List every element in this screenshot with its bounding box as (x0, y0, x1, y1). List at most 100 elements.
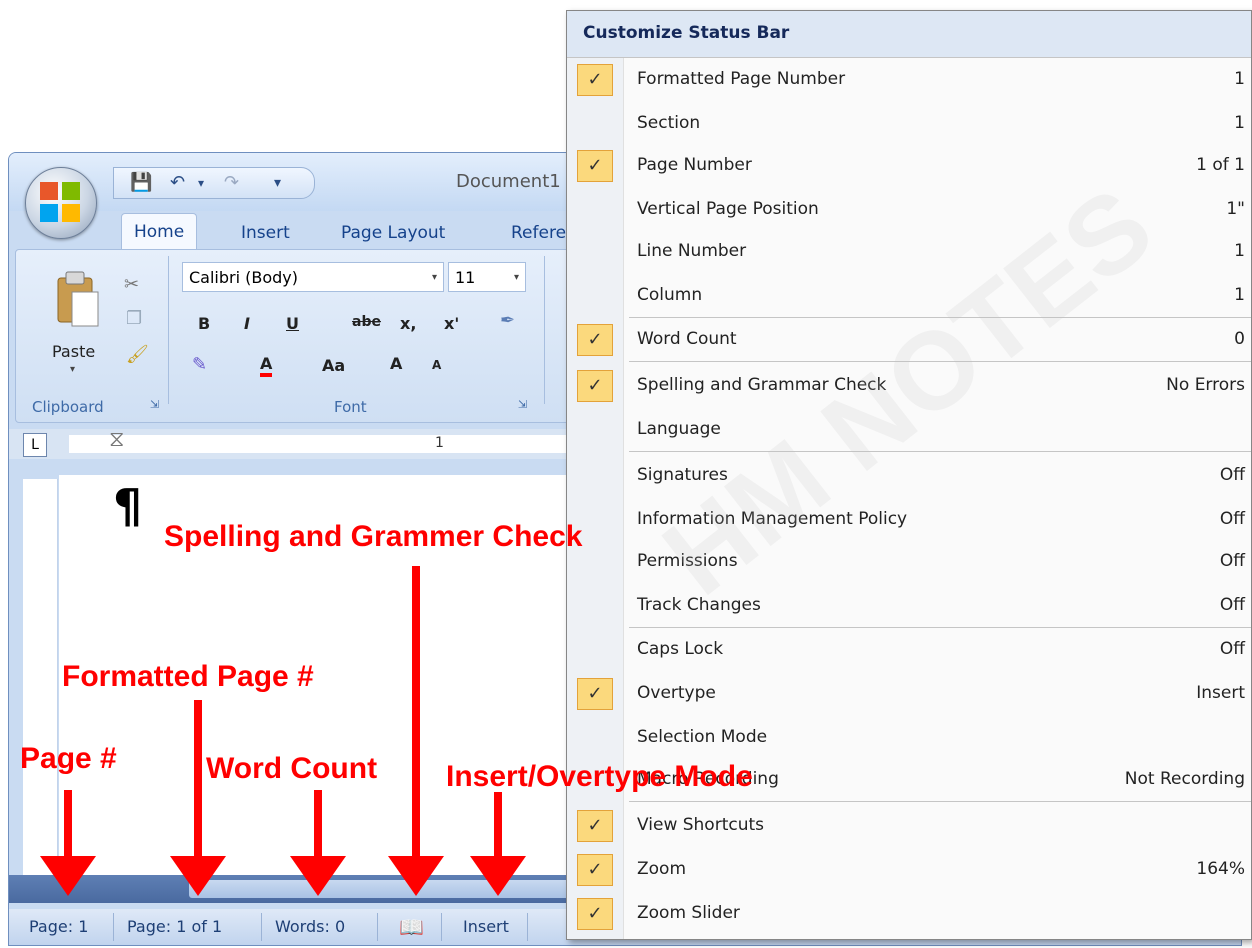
paste-icon[interactable] (54, 270, 102, 332)
strikethrough-button[interactable]: abe (352, 314, 381, 330)
font-name-box[interactable]: Calibri (Body) ▾ (182, 262, 444, 292)
customize-status-bar-menu: Customize Status Bar ✓ Formatted Page Num… (566, 10, 1252, 940)
menu-item-overtype[interactable]: ✓ Overtype Insert (567, 673, 1251, 715)
tab-insert[interactable]: Insert (241, 223, 290, 243)
menu-item-section[interactable]: Section 1 (567, 103, 1251, 145)
status-formatted-page[interactable]: Page: 1 of 1 (117, 915, 222, 939)
paste-button[interactable]: Paste (52, 342, 95, 361)
menu-item-value: Insert (1196, 683, 1245, 703)
cut-icon[interactable]: ✂ (124, 274, 139, 295)
menu-item-zoom-slider[interactable]: ✓ Zoom Slider (567, 893, 1251, 935)
menu-item-selection-mode[interactable]: Selection Mode (567, 717, 1251, 759)
font-name-dropdown-icon[interactable]: ▾ (432, 263, 437, 293)
menu-item-value: 1 (1234, 69, 1245, 89)
italic-button[interactable]: I (244, 314, 250, 333)
menu-item-value: 0 (1234, 329, 1245, 349)
indent-marker-icon[interactable]: ⧖ (109, 427, 124, 452)
document-title: Document1 (456, 171, 561, 192)
change-case-button[interactable]: Aa (322, 356, 345, 375)
highlight-icon[interactable]: ✎ (192, 354, 207, 375)
status-word-count[interactable]: Words: 0 (265, 915, 345, 939)
menu-item-value: Off (1219, 595, 1245, 615)
checkmark-icon: ✓ (577, 64, 613, 96)
office-button[interactable] (25, 167, 97, 239)
office-logo-icon (40, 182, 82, 224)
font-size-dropdown-icon[interactable]: ▾ (514, 263, 519, 293)
arrow-spelling (388, 566, 444, 896)
clipboard-launcher-icon[interactable]: ⇲ (150, 398, 159, 411)
tab-selector[interactable]: L (23, 433, 47, 457)
copy-icon[interactable]: ❐ (126, 308, 142, 329)
redo-icon[interactable]: ↷ (224, 172, 239, 194)
annotation-spelling: Spelling and Grammer Check (164, 520, 583, 553)
menu-separator (629, 627, 1251, 628)
customize-qat-icon[interactable]: ▾ (274, 172, 281, 194)
font-size-box[interactable]: 11 ▾ (448, 262, 526, 292)
undo-icon[interactable]: ↶ (170, 172, 185, 194)
checkmark-icon: ✓ (577, 370, 613, 402)
menu-item-zoom[interactable]: ✓ Zoom 164% (567, 849, 1251, 891)
ruler-marker-1: 1 (435, 435, 444, 451)
tab-home[interactable]: Home (121, 213, 198, 250)
menu-item-label: Selection Mode (637, 727, 768, 747)
menu-item-label: Page Number (637, 155, 752, 175)
spelling-check-icon[interactable]: 📖 (389, 915, 424, 939)
arrow-page (40, 790, 96, 896)
menu-header: Customize Status Bar (567, 11, 1251, 58)
annotation-insert-mode: Insert/Overtype Mode (446, 760, 753, 793)
superscript-button[interactable]: x' (444, 314, 459, 333)
menu-item-value: No Errors (1166, 375, 1245, 395)
tab-references[interactable]: Refere (511, 223, 566, 243)
menu-item-page-number[interactable]: ✓ Page Number 1 of 1 (567, 145, 1251, 187)
arrow-word-count (290, 790, 346, 896)
menu-item-label: Zoom Slider (637, 903, 740, 923)
menu-item-label: Word Count (637, 329, 737, 349)
subscript-button[interactable]: x, (400, 314, 416, 333)
checkmark-icon: ✓ (577, 324, 613, 356)
menu-item-value: 1 (1234, 241, 1245, 261)
menu-separator (629, 451, 1251, 452)
arrow-formatted-page (170, 700, 226, 896)
shrink-font-button[interactable]: A (432, 358, 441, 372)
font-group-label: Font (334, 398, 367, 416)
paste-dropdown-icon[interactable]: ▾ (70, 364, 75, 375)
menu-item-label: Language (637, 419, 721, 439)
menu-title: Customize Status Bar (583, 23, 790, 43)
annotation-page: Page # (20, 742, 117, 775)
menu-item-label: Overtype (637, 683, 716, 703)
font-color-button[interactable]: A (260, 354, 273, 377)
checkmark-icon: ✓ (577, 898, 613, 930)
checkmark-icon: ✓ (577, 854, 613, 886)
vertical-ruler (23, 479, 58, 879)
menu-item-value: 1 (1234, 285, 1245, 305)
undo-dropdown-icon[interactable]: ▾ (198, 172, 204, 194)
menu-item-label: Zoom (637, 859, 687, 879)
menu-item-label: Line Number (637, 241, 747, 261)
menu-item-value: Off (1219, 551, 1245, 571)
menu-item-vertical-page-position[interactable]: Vertical Page Position 1" (567, 189, 1251, 231)
underline-button[interactable]: U (286, 314, 299, 333)
arrow-insert-mode (470, 792, 526, 896)
menu-item-value: Not Recording (1124, 769, 1245, 789)
clear-formatting-icon[interactable]: ✒ (500, 310, 515, 331)
menu-item-label: View Shortcuts (637, 815, 765, 835)
menu-item-track-changes[interactable]: Track Changes Off (567, 585, 1251, 627)
menu-item-value: Off (1219, 465, 1245, 485)
paragraph-mark-icon: ¶ (113, 479, 143, 533)
checkmark-icon: ✓ (577, 810, 613, 842)
checkmark-icon: ✓ (577, 678, 613, 710)
status-insert-mode[interactable]: Insert (453, 915, 509, 939)
tab-page-layout[interactable]: Page Layout (341, 223, 445, 243)
menu-item-view-shortcuts[interactable]: ✓ View Shortcuts (567, 805, 1251, 847)
menu-item-formatted-page-number[interactable]: ✓ Formatted Page Number 1 (567, 59, 1251, 101)
menu-item-value: 1 of 1 (1196, 155, 1245, 175)
menu-item-value: Off (1219, 509, 1245, 529)
save-icon[interactable]: 💾 (130, 172, 152, 194)
grow-font-button[interactable]: A (390, 354, 402, 373)
font-launcher-icon[interactable]: ⇲ (518, 398, 527, 411)
bold-button[interactable]: B (198, 314, 210, 333)
menu-item-value: 1" (1226, 199, 1245, 219)
status-page[interactable]: Page: 1 (19, 915, 88, 939)
menu-item-caps-lock[interactable]: Caps Lock Off (567, 629, 1251, 671)
format-painter-icon[interactable]: 🖌 (126, 344, 149, 365)
